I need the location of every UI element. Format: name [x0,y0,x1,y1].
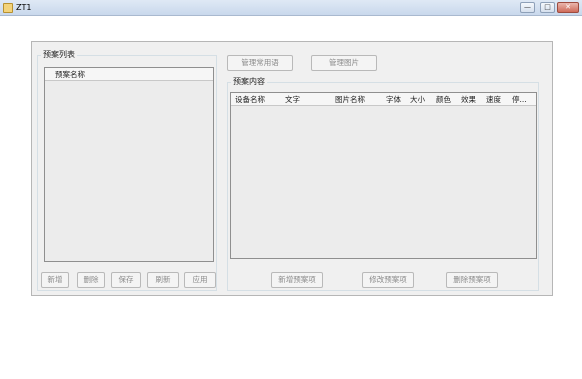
plan-list-group-title: 预案列表 [41,50,77,59]
column-header-plan-name[interactable]: 预案名称 [55,70,85,79]
minimize-button[interactable]: — [520,2,535,13]
plan-content-list-header: 设备名称 文字 图片名称 字体 大小 颜色 效果 速度 停... [231,93,536,106]
edit-plan-item-button[interactable]: 修改预案项 [362,272,414,288]
window-title: ZT1 [16,3,32,12]
plan-content-group-title: 预案内容 [231,77,267,86]
column-header-image-name[interactable]: 图片名称 [335,95,365,104]
save-button[interactable]: 保存 [111,272,141,288]
plan-list[interactable]: 预案名称 [44,67,214,262]
delete-button[interactable]: 删除 [77,272,105,288]
maximize-button[interactable]: □ [540,2,555,13]
add-plan-item-button[interactable]: 新增预案项 [271,272,323,288]
add-button[interactable]: 新增 [41,272,69,288]
manage-images-button[interactable]: 管理图片 [311,55,377,71]
main-panel: 预案列表 预案名称 新增 删除 保存 刷新 应用 管理常用语 管理图片 预案内容… [31,41,553,296]
plan-content-list[interactable]: 设备名称 文字 图片名称 字体 大小 颜色 效果 速度 停... [230,92,537,259]
manage-phrases-button[interactable]: 管理常用语 [227,55,293,71]
app-icon [3,3,13,13]
column-header-text[interactable]: 文字 [285,95,300,104]
close-button[interactable]: ✕ [557,2,579,13]
delete-plan-item-button[interactable]: 删除预案项 [446,272,498,288]
column-header-font[interactable]: 字体 [386,95,401,104]
column-header-effect[interactable]: 效果 [461,95,476,104]
column-header-size[interactable]: 大小 [410,95,425,104]
apply-button[interactable]: 应用 [184,272,216,288]
refresh-button[interactable]: 刷新 [147,272,179,288]
column-header-stop[interactable]: 停... [512,95,527,104]
column-header-device-name[interactable]: 设备名称 [235,95,265,104]
column-header-color[interactable]: 颜色 [436,95,451,104]
column-header-speed[interactable]: 速度 [486,95,501,104]
plan-list-header: 预案名称 [45,68,213,81]
title-bar: ZT1 — □ ✕ [0,0,582,16]
client-area: 预案列表 预案名称 新增 删除 保存 刷新 应用 管理常用语 管理图片 预案内容… [0,16,582,379]
